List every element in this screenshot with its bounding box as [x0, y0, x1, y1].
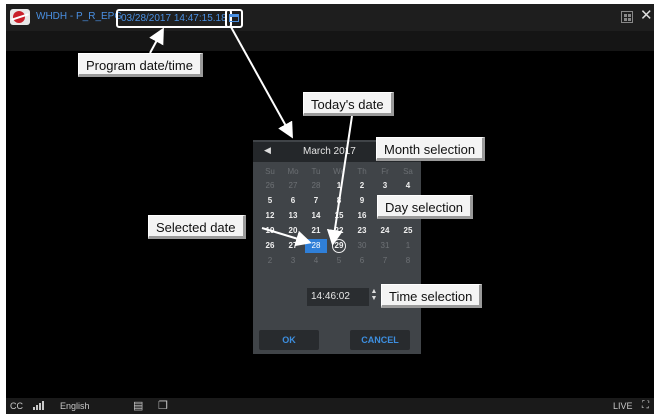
day-cell[interactable]: 27 — [282, 239, 304, 253]
language-selector[interactable]: English — [60, 401, 90, 411]
weekday-label: Fr — [381, 167, 389, 176]
day-cell[interactable]: 5 — [328, 254, 350, 268]
day-cell[interactable]: 15 — [328, 209, 350, 223]
day-cell[interactable]: 28 — [305, 179, 327, 193]
day-cell[interactable]: 4 — [397, 179, 419, 193]
date-time-picker: ◀ March 2017 Su Mo Tu We Th Fr Sa 26 27 28 1 2 3 4 5 6… — [253, 140, 421, 354]
day-cell[interactable]: 12 — [259, 209, 281, 223]
day-cell[interactable]: 8 — [328, 194, 350, 208]
day-cell[interactable]: 16 — [351, 209, 373, 223]
day-cell[interactable]: 4 — [305, 254, 327, 268]
callout-time-selection: Time selection — [381, 284, 483, 308]
close-icon[interactable]: ✕ — [640, 7, 653, 25]
prev-month-icon[interactable]: ◀ — [264, 145, 271, 156]
weekday-label: Tu — [311, 167, 321, 176]
weekday-label: We — [333, 167, 345, 176]
day-cell[interactable]: 7 — [374, 254, 396, 268]
day-cell[interactable]: 3 — [282, 254, 304, 268]
weekday-label: Su — [265, 167, 275, 176]
day-cell[interactable]: 7 — [305, 194, 327, 208]
day-cell[interactable]: 8 — [397, 254, 419, 268]
day-cell[interactable]: 3 — [374, 179, 396, 193]
day-cell[interactable]: 1 — [328, 179, 350, 193]
sub-bar — [6, 31, 654, 51]
day-cell[interactable]: 20 — [282, 224, 304, 238]
day-cell[interactable]: 24 — [374, 224, 396, 238]
month-title[interactable]: March 2017 — [303, 146, 356, 157]
callout-day-selection: Day selection — [377, 195, 474, 219]
day-cell[interactable]: 2 — [351, 179, 373, 193]
day-cell[interactable]: 25 — [397, 224, 419, 238]
grid-layout-icon[interactable] — [621, 11, 633, 23]
top-bar: WHDH - P_R_EPG 03/28/2017 14:47:15.18 ✕ — [6, 4, 654, 31]
day-cell[interactable]: 26 — [259, 179, 281, 193]
day-cell[interactable]: 22 — [328, 224, 350, 238]
cc-button[interactable]: CC — [10, 401, 23, 411]
live-badge[interactable]: LIVE — [613, 401, 633, 411]
channel-logo — [10, 9, 30, 25]
cancel-button[interactable]: CANCEL — [350, 330, 410, 350]
weekday-label: Th — [357, 167, 367, 176]
callout-selected-date: Selected date — [148, 215, 246, 239]
callout-month-selection: Month selection — [376, 137, 486, 161]
callout-todays-date: Today's date — [303, 92, 394, 116]
bottom-bar: CC English ▤ ❐ LIVE ⛶ — [6, 398, 654, 414]
time-stepper-icon[interactable]: ▲ ▼ — [369, 288, 379, 306]
day-cell[interactable]: 31 — [374, 239, 396, 253]
fullscreen-icon[interactable]: ⛶ — [642, 400, 649, 411]
day-cell[interactable]: 5 — [259, 194, 281, 208]
day-cell[interactable]: 6 — [351, 254, 373, 268]
weekday-label: Mo — [287, 167, 299, 176]
day-cell[interactable]: 2 — [259, 254, 281, 268]
day-cell[interactable]: 21 — [305, 224, 327, 238]
day-cell[interactable]: 9 — [351, 194, 373, 208]
weekday-label: Sa — [403, 167, 413, 176]
day-cell[interactable]: 27 — [282, 179, 304, 193]
day-cell[interactable]: 23 — [351, 224, 373, 238]
subtitle-icon[interactable]: ▤ — [133, 399, 143, 412]
today-day[interactable]: 29 — [332, 239, 346, 253]
ok-button[interactable]: OK — [259, 330, 319, 350]
day-cell[interactable]: 1 — [397, 239, 419, 253]
selected-day[interactable]: 28 — [305, 239, 327, 253]
calendar-icon[interactable] — [225, 9, 243, 28]
program-datetime[interactable]: 03/28/2017 14:47:15.18 — [116, 9, 232, 28]
day-cell[interactable]: 6 — [282, 194, 304, 208]
window-icon[interactable]: ❐ — [158, 399, 168, 412]
channel-label: WHDH - P_R_EPG — [36, 11, 123, 22]
day-cell[interactable]: 14 — [305, 209, 327, 223]
day-cell[interactable]: 26 — [259, 239, 281, 253]
day-cell[interactable]: 13 — [282, 209, 304, 223]
day-cell[interactable]: 30 — [351, 239, 373, 253]
time-input[interactable]: 14:46:02 — [307, 288, 369, 306]
signal-bars-icon — [33, 401, 44, 410]
callout-program-datetime: Program date/time — [78, 53, 203, 77]
day-cell[interactable]: 19 — [259, 224, 281, 238]
